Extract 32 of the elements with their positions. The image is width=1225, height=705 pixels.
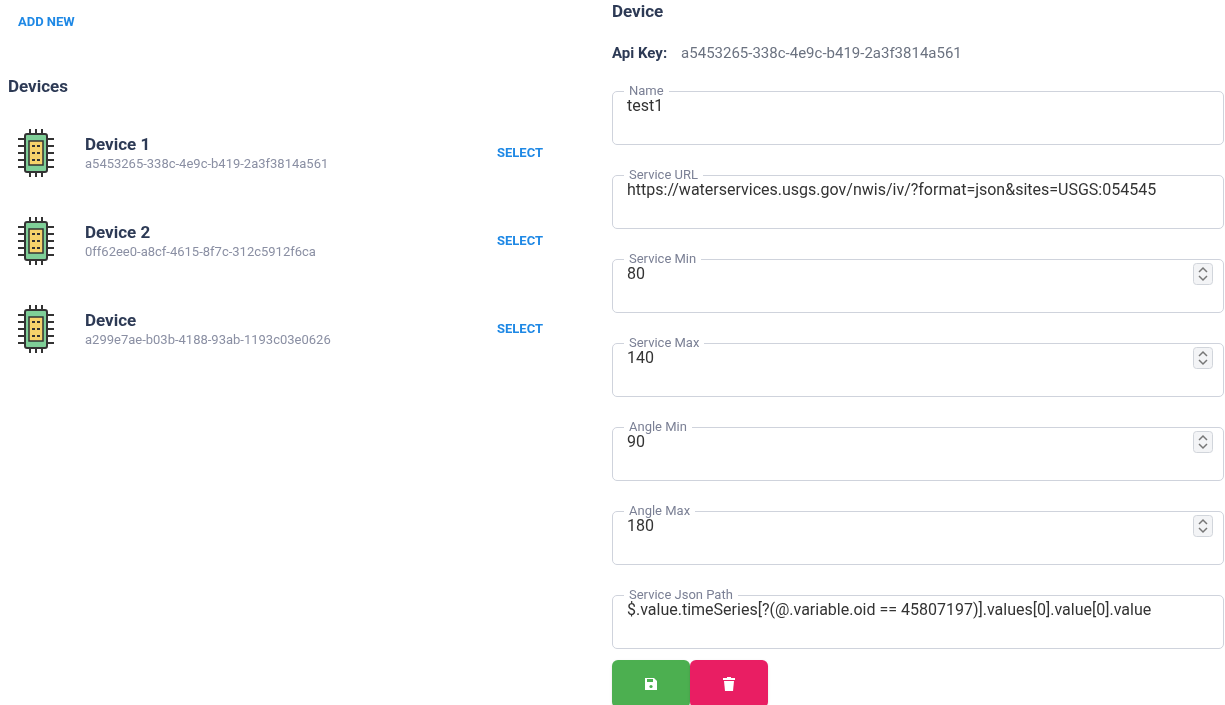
device-name: Device [85, 308, 137, 331]
device-key: a299e7ae-b03b-4188-93ab-1193c03e0626 [85, 330, 331, 349]
device-name: Device 1 [85, 132, 151, 155]
api-key-value: a5453265-338c-4e9c-b419-2a3f3814a561 [681, 42, 962, 64]
input-field[interactable]: Angle Max 180 [612, 502, 1224, 565]
detail-heading: Device [612, 0, 664, 23]
save-icon [644, 677, 658, 691]
select-button[interactable]: SELECT [495, 142, 546, 163]
add-new-link[interactable]: ADD NEW [18, 14, 75, 29]
device-key: a5453265-338c-4e9c-b419-2a3f3814a561 [85, 154, 329, 173]
api-key-label: Api Key: [612, 42, 668, 64]
field-label: Service URL [628, 166, 699, 182]
spinner-icon[interactable] [1193, 347, 1213, 369]
field-label: Service Json Path [629, 586, 733, 602]
save-button[interactable] [612, 660, 690, 705]
spinner-icon[interactable] [1193, 263, 1213, 285]
trash-icon [723, 677, 735, 691]
delete-button[interactable] [690, 660, 768, 705]
field-value: 90 [627, 432, 645, 453]
spinner-icon[interactable] [1193, 515, 1213, 537]
devices-heading: Devices [7, 75, 68, 98]
select-button[interactable]: SELECT [495, 230, 546, 251]
field-value: https://waterservices.usgs.gov/nwis/iv/?format=json&sites=USGS:054545 [627, 179, 1157, 201]
input-field[interactable]: Angle Min 90 [612, 418, 1224, 481]
spinner-icon[interactable] [1193, 431, 1213, 453]
select-button[interactable]: SELECT [495, 318, 546, 339]
field-label: Angle Min [628, 418, 688, 435]
field-value: $.value.timeSeries[?(@.variable.oid == 45807197)].values[0].value[0].value [627, 599, 1152, 621]
field-label: Angle Max [628, 502, 692, 519]
device-key: 0ff62ee0-a8cf-4615-8f7c-312c5912f6ca [85, 242, 316, 261]
device-name: Device 2 [85, 220, 151, 243]
input-field[interactable]: Service Json Path $.value.timeSeries[?(@.variable.oid == 45807197)].values[0].value[0].value [612, 586, 1224, 649]
